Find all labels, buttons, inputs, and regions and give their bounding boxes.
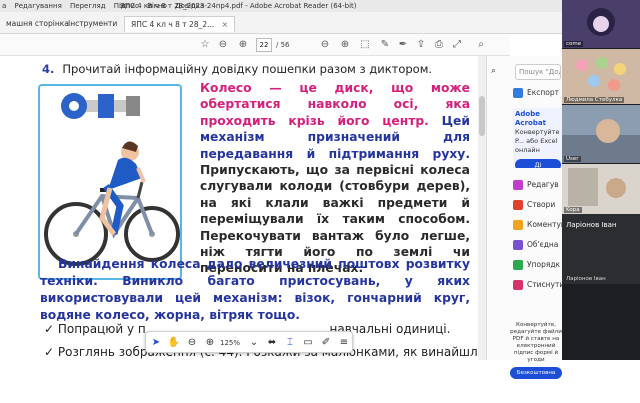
share-icon[interactable]: ⇪: [414, 38, 428, 52]
tool-combine-label: Об'єдна: [527, 240, 559, 249]
video-call-panel: come Людмила Стебулка User Kopa: [562, 0, 640, 360]
comment-icon: [513, 220, 523, 230]
compress-icon: [513, 280, 523, 290]
page-number-input[interactable]: 22: [256, 38, 272, 52]
fit-width-icon[interactable]: ⬌: [264, 335, 280, 351]
promo-title: Adobe Acrobat: [515, 110, 546, 127]
participant-tile-2[interactable]: Людмила Стебулка: [562, 49, 640, 104]
prev-page-icon[interactable]: ⊖: [216, 38, 230, 52]
floating-toolbar: ➤ ✋ ⊖ ⊕ 125% ⌄ ⬌ ⌶ ▭ ✐ ≡: [145, 331, 353, 353]
trial-button[interactable]: Безкоштовна пробна версія на 7 днів: [510, 367, 562, 400]
fit-page-icon[interactable]: ⤢: [450, 38, 464, 52]
zoom-in-icon[interactable]: ⊕: [338, 38, 352, 52]
promo-button[interactable]: Ді: [515, 159, 561, 168]
tab-tools[interactable]: Інструменти: [62, 16, 123, 32]
menu-item-view[interactable]: Перегляд: [70, 2, 106, 10]
tools-panel: ⌕ Пошук "Додат Експорт Adobe Acrobat Кон…: [486, 56, 581, 400]
participant-tile-3[interactable]: User: [562, 105, 640, 163]
organize-icon: [513, 260, 523, 270]
participant-name: Kopa: [564, 207, 582, 213]
acrobat-promo: Adobe Acrobat Конвертуйте P... або Excel…: [513, 108, 563, 168]
create-icon: [513, 200, 523, 210]
avatar: [562, 119, 640, 163]
trial-text: Конвертуйте, редагуйте файли PDF й ставт…: [510, 322, 562, 363]
invention-paragraph: Винайдення колеса дало величезний поштов…: [40, 257, 470, 322]
document-toolbar: ☆ ⊖ ⊕ 22 / 56 ⊖ ⊕ ⬚ ✎ ✒ ⇪ ⎙ ⤢ ⌕: [0, 34, 510, 56]
tool-export-label: Експорт: [527, 88, 560, 97]
tool-export[interactable]: Експорт: [513, 86, 559, 100]
more-icon[interactable]: ≡: [336, 335, 352, 351]
zoom-in-circle-icon[interactable]: ⊕: [202, 335, 218, 351]
participant-name: come: [564, 41, 584, 47]
task-text: Прочитай інформаційну довідку пошепки ра…: [62, 62, 433, 76]
menu-item-edit[interactable]: Редагування: [15, 2, 62, 10]
participant-name: User: [564, 156, 581, 162]
bullet-1-text: Попрацюй у п: [57, 322, 146, 336]
hand-icon[interactable]: ✋: [166, 335, 182, 351]
print-icon[interactable]: ⎙: [432, 38, 446, 52]
cyclist-image: [44, 93, 180, 266]
wheel-definition-paragraph: Колесо — це диск, що може обертатися нав…: [200, 80, 470, 277]
tool-comment-label: Коментув: [527, 220, 566, 229]
participant-tile-1[interactable]: come: [562, 0, 640, 48]
tool-organize-label: Упорядк: [527, 260, 561, 269]
trial-promo: Конвертуйте, редагуйте файли PDF й ставт…: [509, 322, 563, 400]
chevron-down-icon[interactable]: ⌄: [246, 335, 262, 351]
tools-search-input[interactable]: Пошук "Додат: [515, 64, 561, 80]
tool-comment[interactable]: Коментув: [513, 218, 565, 232]
tab-document-label: ЯПС 4 кл ч 8 т 28_2...: [131, 20, 215, 29]
menu-item-file[interactable]: а: [2, 2, 6, 10]
search-icon: ⌕: [491, 66, 497, 76]
tool-organize[interactable]: Упорядк: [513, 258, 560, 272]
title-bar: а Редагування Перегляд Підпис Вікно Дові…: [0, 0, 562, 12]
zoom-out-circle-icon[interactable]: ⊖: [184, 335, 200, 351]
task-heading: 4. Прочитай інформаційну довідку пошепки…: [42, 62, 432, 76]
pdf-page: 4. Прочитай інформаційну довідку пошепки…: [0, 56, 486, 360]
task-number: 4.: [42, 62, 55, 76]
sign-icon[interactable]: ✒: [396, 38, 410, 52]
tool-edit-label: Редагув: [527, 180, 559, 189]
tool-combine[interactable]: Об'єдна: [513, 238, 558, 252]
tool-create[interactable]: Створи: [513, 198, 555, 212]
bookmark-icon[interactable]: ☆: [198, 38, 212, 52]
edit-icon: [513, 180, 523, 190]
search-icon[interactable]: ⌕: [474, 38, 488, 52]
definition-text: Колесо — це диск, що може обертатися нав…: [200, 81, 470, 128]
scrollbar-thumb[interactable]: [479, 96, 485, 136]
participant-main-sub: Ларіонов Іван: [566, 276, 606, 282]
draw-icon[interactable]: ✐: [318, 335, 334, 351]
pen-icon[interactable]: ✎: [378, 38, 392, 52]
page-total: / 56: [276, 41, 290, 49]
highlight-icon[interactable]: ⌶: [282, 335, 298, 351]
window-title: ЯПС 4 кл ч 8 т 28_2023-24пр4.pdf - Adobe…: [120, 2, 357, 10]
participant-main-name: Ларіонов Іван: [566, 221, 617, 229]
export-icon: [513, 88, 523, 98]
avatar: [576, 57, 626, 91]
zoom-out-icon[interactable]: ⊖: [318, 38, 332, 52]
participant-tile-main[interactable]: Ларіонов Іван Ларіонов Іван: [562, 214, 640, 284]
zoom-level[interactable]: 125%: [220, 335, 240, 351]
select-tool-icon[interactable]: ⬚: [358, 38, 372, 52]
close-icon[interactable]: ×: [222, 20, 228, 29]
vertical-scrollbar[interactable]: [478, 56, 486, 360]
tab-bar: машня сторінка Інструменти ЯПС 4 кл ч 8 …: [0, 12, 562, 34]
promo-text: Конвертуйте P... або Excel онлайн: [515, 128, 560, 154]
tab-document[interactable]: ЯПС 4 кл ч 8 т 28_2... ×: [124, 16, 235, 32]
combine-icon: [513, 240, 523, 250]
next-page-icon[interactable]: ⊕: [236, 38, 250, 52]
cursor-icon[interactable]: ➤: [148, 335, 164, 351]
participant-name: Людмила Стебулка: [564, 97, 625, 103]
tool-create-label: Створи: [527, 200, 556, 209]
comment-icon[interactable]: ▭: [300, 335, 316, 351]
tool-edit[interactable]: Редагув: [513, 178, 559, 192]
cyclist-illustration: [38, 84, 182, 280]
participant-tile-4[interactable]: Kopa: [562, 164, 640, 214]
